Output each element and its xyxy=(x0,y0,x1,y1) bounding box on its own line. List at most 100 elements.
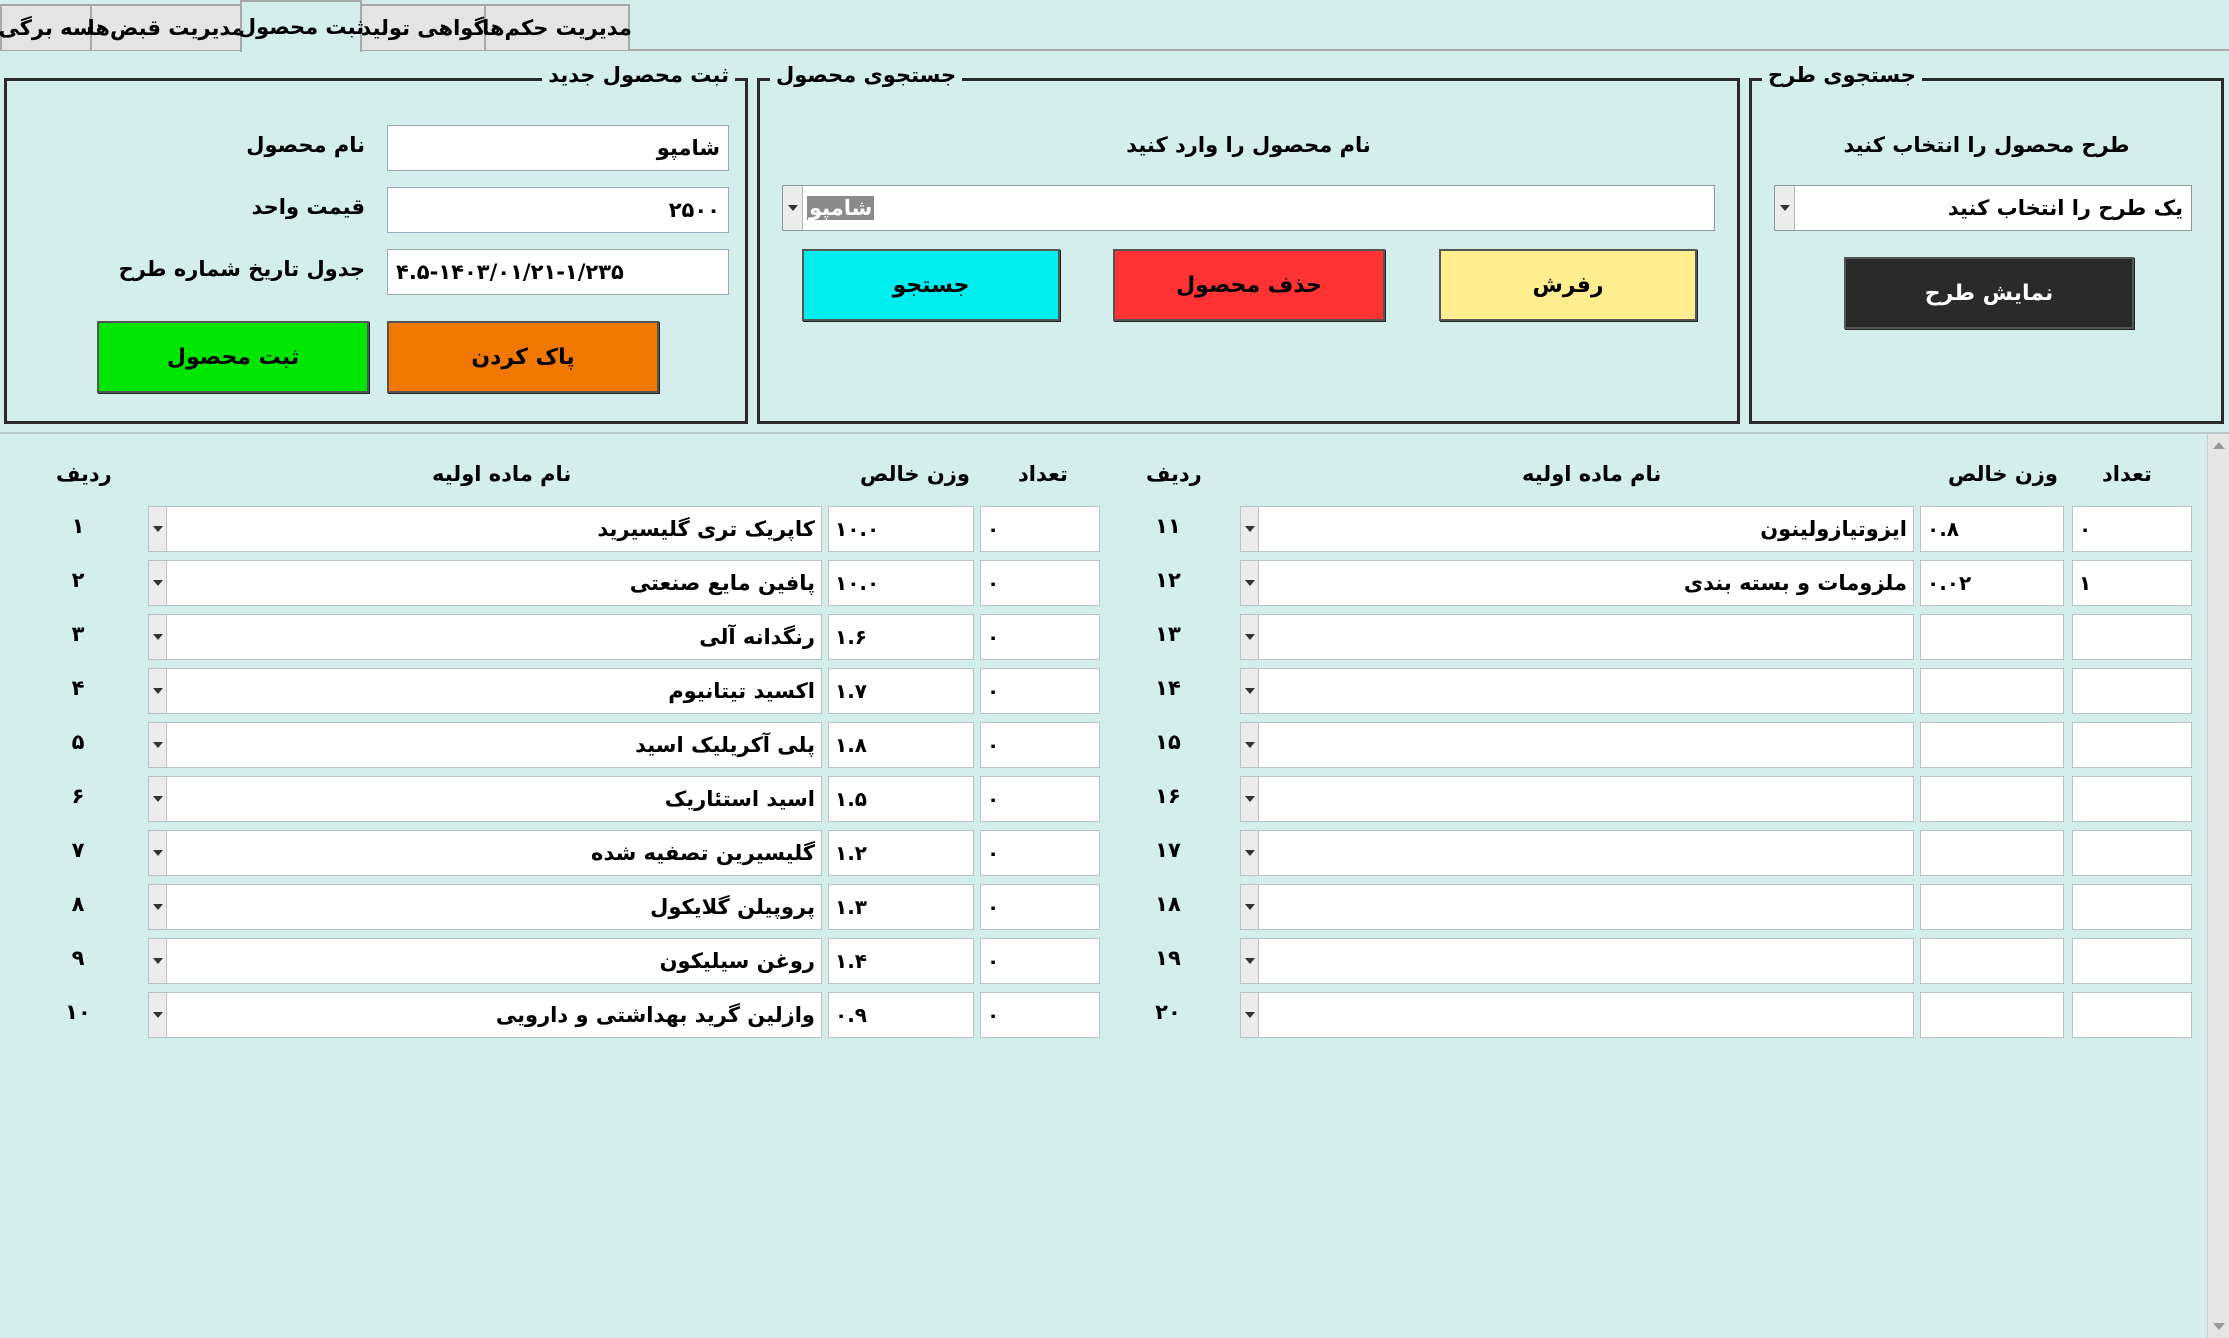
net-weight-input[interactable]: ۱.۲ xyxy=(828,830,974,876)
table-date-plan-input[interactable]: ۴.۵-۱۴۰۳/۰۱/۲۱-۱/۲۳۵ xyxy=(387,249,729,295)
chevron-down-icon[interactable] xyxy=(149,669,167,713)
chevron-down-icon[interactable] xyxy=(1241,723,1259,767)
chevron-down-icon[interactable] xyxy=(149,615,167,659)
net-weight-input[interactable]: ۰.۹ xyxy=(828,992,974,1038)
chevron-down-icon[interactable] xyxy=(1241,561,1259,605)
material-select[interactable]: اسید استئاریک xyxy=(148,776,822,822)
count-input[interactable] xyxy=(2072,884,2192,930)
plan-select-combo[interactable]: یک طرح را انتخاب کنید xyxy=(1774,185,2192,231)
count-input[interactable]: ۰ xyxy=(980,722,1100,768)
chevron-down-icon[interactable] xyxy=(1775,186,1795,230)
material-select[interactable]: ایزوتیازولینون xyxy=(1240,506,1914,552)
material-select[interactable] xyxy=(1240,668,1914,714)
chevron-down-icon[interactable] xyxy=(1241,939,1259,983)
count-input[interactable] xyxy=(2072,722,2192,768)
count-input[interactable]: ۱ xyxy=(2072,560,2192,606)
count-input[interactable]: ۰ xyxy=(980,668,1100,714)
chevron-down-icon[interactable] xyxy=(1241,831,1259,875)
material-select[interactable]: گلیسیرین تصفیه شده xyxy=(148,830,822,876)
chevron-down-icon[interactable] xyxy=(149,831,167,875)
clear-button[interactable]: پاک کردن xyxy=(387,321,659,393)
material-select[interactable] xyxy=(1240,992,1914,1038)
chevron-down-icon[interactable] xyxy=(1241,777,1259,821)
net-weight-input[interactable]: ۰.۸ xyxy=(1920,506,2064,552)
chevron-down-icon[interactable] xyxy=(783,186,803,230)
chevron-down-icon[interactable] xyxy=(149,561,167,605)
chevron-down-icon[interactable] xyxy=(1241,669,1259,713)
count-input[interactable]: ۰ xyxy=(980,776,1100,822)
net-weight-input[interactable]: ۱۰.۰ xyxy=(828,560,974,606)
chevron-down-icon[interactable] xyxy=(149,507,167,551)
chevron-down-icon[interactable] xyxy=(1241,885,1259,929)
material-select[interactable]: کاپریک تری گلیسیرید xyxy=(148,506,822,552)
count-input[interactable]: ۰ xyxy=(980,506,1100,552)
chevron-down-icon[interactable] xyxy=(149,885,167,929)
show-plan-button[interactable]: نمایش طرح xyxy=(1844,257,2134,329)
net-weight-input[interactable]: ۱.۴ xyxy=(828,938,974,984)
material-select[interactable] xyxy=(1240,830,1914,876)
net-weight-input[interactable]: ۱.۷ xyxy=(828,668,974,714)
net-weight-input[interactable]: ۰.۰۲ xyxy=(1920,560,2064,606)
net-weight-input[interactable]: ۱۰.۰ xyxy=(828,506,974,552)
tab-three-sheet[interactable]: سه برگی xyxy=(0,4,94,50)
chevron-down-icon[interactable] xyxy=(1241,507,1259,551)
net-weight-input[interactable]: ۱.۳ xyxy=(828,884,974,930)
chevron-down-icon[interactable] xyxy=(1241,993,1259,1037)
net-weight-input[interactable] xyxy=(1920,722,2064,768)
material-select[interactable]: ملزومات و بسته بندی xyxy=(1240,560,1914,606)
net-weight-input[interactable] xyxy=(1920,938,2064,984)
net-weight-input[interactable] xyxy=(1920,668,2064,714)
net-weight-input[interactable] xyxy=(1920,992,2064,1038)
product-name-input[interactable]: شامپو xyxy=(387,125,729,171)
count-input[interactable]: ۰ xyxy=(2072,506,2192,552)
count-input[interactable]: ۰ xyxy=(980,614,1100,660)
material-select[interactable]: پروپیلن گلایکول xyxy=(148,884,822,930)
tab-orders[interactable]: مدیریت حکم‌ها xyxy=(482,4,632,50)
material-select[interactable] xyxy=(1240,722,1914,768)
net-weight-input[interactable] xyxy=(1920,830,2064,876)
chevron-down-icon[interactable] xyxy=(149,723,167,767)
material-select[interactable] xyxy=(1240,776,1914,822)
count-input[interactable]: ۰ xyxy=(980,560,1100,606)
submit-product-button[interactable]: ثبت محصول xyxy=(97,321,369,393)
count-input[interactable]: ۰ xyxy=(980,830,1100,876)
chevron-down-icon[interactable] xyxy=(149,777,167,821)
material-select[interactable]: اکسید تیتانیوم xyxy=(148,668,822,714)
net-weight-input[interactable] xyxy=(1920,776,2064,822)
scroll-down-icon[interactable] xyxy=(2213,1323,2225,1330)
material-select[interactable] xyxy=(1240,884,1914,930)
count-input[interactable]: ۰ xyxy=(980,992,1100,1038)
material-select[interactable]: روغن سیلیکون xyxy=(148,938,822,984)
chevron-down-icon[interactable] xyxy=(149,993,167,1037)
vertical-scrollbar[interactable] xyxy=(2207,434,2229,1338)
count-input[interactable] xyxy=(2072,668,2192,714)
chevron-down-icon[interactable] xyxy=(149,939,167,983)
net-weight-input[interactable]: ۱.۶ xyxy=(828,614,974,660)
tab-production-certificate[interactable]: گواهی تولید xyxy=(360,4,486,50)
count-input[interactable]: ۰ xyxy=(980,938,1100,984)
material-select[interactable]: رنگدانه آلی xyxy=(148,614,822,660)
product-search-combo[interactable]: شامپو xyxy=(782,185,1715,231)
tab-register-product[interactable]: ثبت محصول xyxy=(238,0,364,52)
tab-receipts[interactable]: مدیریت قبض‌ها xyxy=(88,4,244,50)
net-weight-input[interactable] xyxy=(1920,884,2064,930)
count-input[interactable] xyxy=(2072,776,2192,822)
material-select[interactable]: وازلین گرید بهداشتی و دارویی xyxy=(148,992,822,1038)
material-select[interactable] xyxy=(1240,614,1914,660)
net-weight-input[interactable]: ۱.۵ xyxy=(828,776,974,822)
delete-product-button[interactable]: حذف محصول xyxy=(1113,249,1385,321)
chevron-down-icon[interactable] xyxy=(1241,615,1259,659)
search-button[interactable]: جستجو xyxy=(802,249,1060,321)
scroll-up-icon[interactable] xyxy=(2213,442,2225,449)
material-select[interactable] xyxy=(1240,938,1914,984)
net-weight-input[interactable]: ۱.۸ xyxy=(828,722,974,768)
material-select[interactable]: پلی آکریلیک اسید xyxy=(148,722,822,768)
material-select[interactable]: پافین مایع صنعتی xyxy=(148,560,822,606)
unit-price-input[interactable]: ۲۵۰۰ xyxy=(387,187,729,233)
net-weight-input[interactable] xyxy=(1920,614,2064,660)
refresh-button[interactable]: رفرش xyxy=(1439,249,1697,321)
count-input[interactable] xyxy=(2072,938,2192,984)
count-input[interactable] xyxy=(2072,614,2192,660)
count-input[interactable]: ۰ xyxy=(980,884,1100,930)
count-input[interactable] xyxy=(2072,992,2192,1038)
